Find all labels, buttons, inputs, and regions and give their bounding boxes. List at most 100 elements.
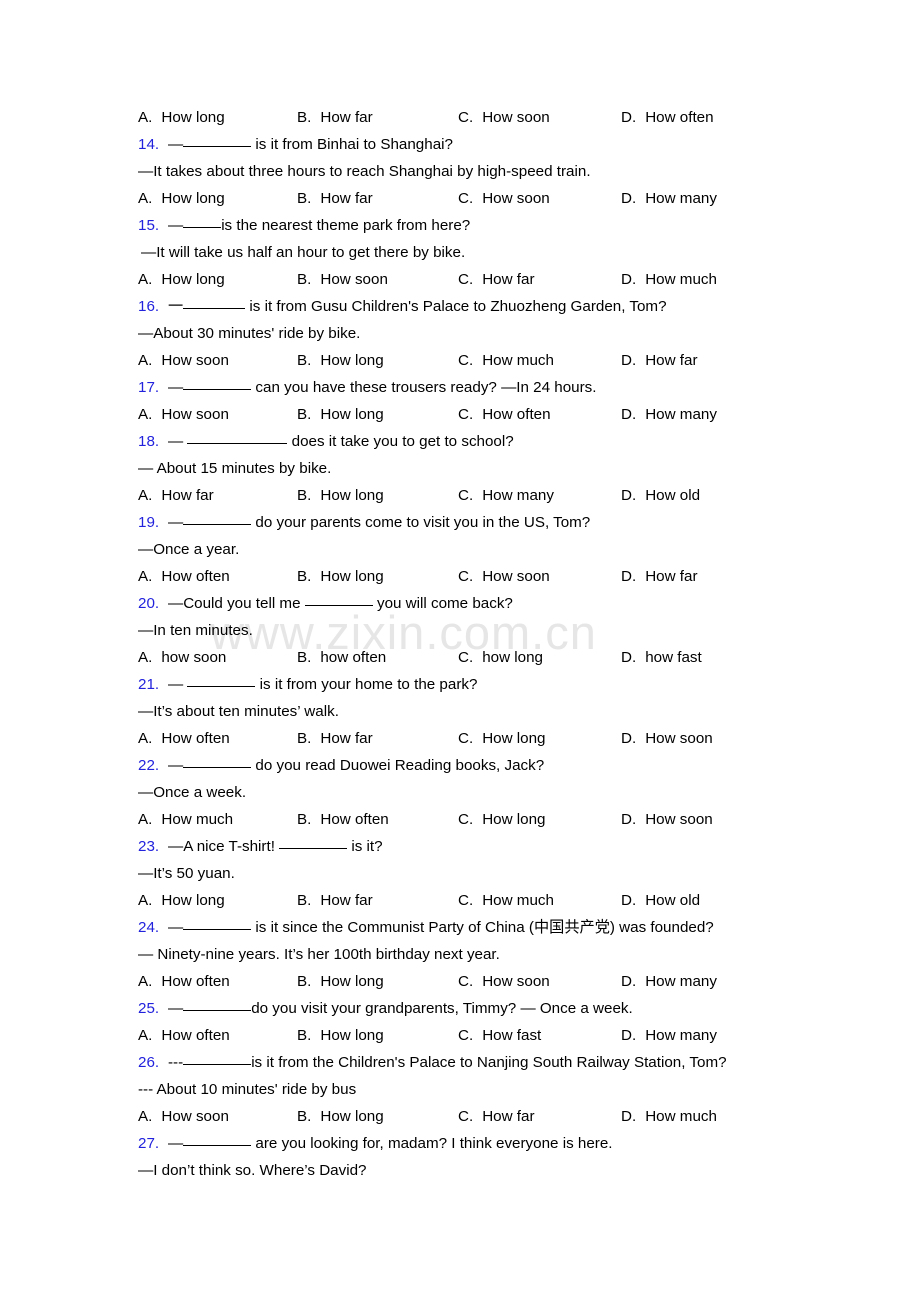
question-text-before-blank: — [168, 757, 184, 774]
answer-blank[interactable] [183, 1051, 252, 1065]
option-text: How often [482, 406, 551, 423]
option-choice-a[interactable]: A. How soon [138, 347, 229, 374]
option-choice-d[interactable]: D. How much [621, 1103, 717, 1130]
option-choice-c[interactable]: C. How far [458, 1103, 535, 1130]
option-choice-c[interactable]: C. How long [458, 725, 546, 752]
option-choice-a[interactable]: A. How often [138, 725, 230, 752]
option-choice-c[interactable]: C. How much [458, 347, 554, 374]
answer-blank[interactable] [304, 592, 373, 606]
option-text: How fast [482, 1027, 542, 1044]
option-choice-b[interactable]: B. How far [297, 887, 373, 914]
question-number: 27. [138, 1135, 160, 1152]
option-choice-a[interactable]: A. How far [138, 482, 214, 509]
option-choice-b[interactable]: B. How long [297, 1103, 384, 1130]
option-choice-c[interactable]: C. How soon [458, 104, 550, 131]
answer-blank[interactable] [183, 997, 252, 1011]
option-choice-c[interactable]: C. How long [458, 806, 546, 833]
option-choice-a[interactable]: A. How often [138, 1022, 230, 1049]
option-choice-c[interactable]: C. How often [458, 401, 551, 428]
option-choice-d[interactable]: D. How many [621, 968, 717, 995]
answer-blank[interactable] [183, 754, 252, 768]
option-choice-d[interactable]: D. How soon [621, 806, 713, 833]
option-choice-d[interactable]: D. How often [621, 104, 714, 131]
option-choice-d[interactable]: D. How far [621, 347, 698, 374]
option-choice-b[interactable]: B. How far [297, 104, 373, 131]
answer-response-line: —It will take us half an hour to get the… [141, 244, 466, 261]
option-choice-d[interactable]: D. How old [621, 887, 700, 914]
question-text-before-blank: — [168, 433, 188, 450]
option-text: How soon [161, 1108, 229, 1125]
answer-blank[interactable] [183, 1132, 252, 1146]
option-choice-c[interactable]: C. How fast [458, 1022, 541, 1049]
option-choice-d[interactable]: D. How many [621, 401, 717, 428]
answer-blank[interactable] [183, 916, 252, 930]
option-choice-c[interactable]: C. How many [458, 482, 554, 509]
option-choice-a[interactable]: A. How long [138, 887, 225, 914]
option-choice-b[interactable]: B. How soon [297, 266, 388, 293]
option-choice-a[interactable]: A. how soon [138, 644, 226, 671]
option-choice-a[interactable]: A. How soon [138, 1103, 229, 1130]
option-choice-b[interactable]: B. How long [297, 1022, 384, 1049]
option-label: C. [458, 406, 474, 423]
option-choice-a[interactable]: A. How long [138, 104, 225, 131]
option-choice-a[interactable]: A. How often [138, 563, 230, 590]
answer-blank[interactable] [187, 430, 288, 444]
question-number: 19. [138, 514, 160, 531]
option-choice-d[interactable]: D. how fast [621, 644, 702, 671]
option-text: How far [645, 568, 698, 585]
option-label: B. [297, 487, 312, 504]
option-choice-c[interactable]: C. how long [458, 644, 543, 671]
option-choice-a[interactable]: A. How long [138, 266, 225, 293]
option-choice-b[interactable]: B. How long [297, 401, 384, 428]
option-choice-b[interactable]: B. How long [297, 563, 384, 590]
answer-blank[interactable] [183, 376, 252, 390]
option-choice-d[interactable]: D. How many [621, 1022, 717, 1049]
option-label: A. [138, 190, 153, 207]
question-text-before-blank: — [168, 1000, 184, 1017]
answer-blank[interactable] [279, 835, 348, 849]
option-choice-c[interactable]: C. How soon [458, 185, 550, 212]
option-label: D. [621, 892, 637, 909]
option-text: How long [482, 811, 546, 828]
option-text: How soon [482, 109, 550, 126]
answer-blank[interactable] [183, 214, 222, 228]
option-choice-c[interactable]: C. How much [458, 887, 554, 914]
option-choice-d[interactable]: D. How old [621, 482, 700, 509]
option-choice-a[interactable]: A. How soon [138, 401, 229, 428]
option-choice-b[interactable]: B. How often [297, 806, 389, 833]
answer-response-line: — Ninety-nine years. It’s her 100th birt… [138, 946, 500, 963]
option-label: A. [138, 730, 153, 747]
option-text: How often [161, 973, 230, 990]
option-text: How often [161, 1027, 230, 1044]
option-choice-b[interactable]: B. how often [297, 644, 386, 671]
option-choice-a[interactable]: A. How long [138, 185, 225, 212]
answer-blank[interactable] [183, 295, 246, 309]
option-choice-b[interactable]: B. How long [297, 482, 384, 509]
answer-blank[interactable] [183, 511, 252, 525]
option-choice-b[interactable]: B. How far [297, 185, 373, 212]
option-choice-c[interactable]: C. How soon [458, 968, 550, 995]
answer-blank[interactable] [183, 133, 252, 147]
answer-response-line: —In ten minutes. [138, 622, 253, 639]
option-choice-a[interactable]: A. How often [138, 968, 230, 995]
option-choice-d[interactable]: D. How much [621, 266, 717, 293]
option-choice-d[interactable]: D. How many [621, 185, 717, 212]
question-stem: 27. — are you looking for, madam? I think… [138, 1130, 898, 1157]
option-row: A. How much B. How often C. How long D. How soo… [138, 806, 898, 833]
option-choice-b[interactable]: B. How long [297, 347, 384, 374]
option-choice-c[interactable]: C. How far [458, 266, 535, 293]
answer-response-line: —It takes about three hours to reach Sha… [138, 163, 591, 180]
answer-blank[interactable] [187, 673, 256, 687]
option-choice-d[interactable]: D. How far [621, 563, 698, 590]
option-choice-c[interactable]: C. How soon [458, 563, 550, 590]
question-stem: 24. — is it since the Communist Party of … [138, 914, 898, 941]
question-stem: 20. —Could you tell me you will come back… [138, 590, 898, 617]
worksheet-body: A. How long B. How far C. How soon D. How often… [138, 104, 898, 1184]
option-choice-b[interactable]: B. How far [297, 725, 373, 752]
option-choice-a[interactable]: A. How much [138, 806, 233, 833]
option-text: How long [161, 892, 225, 909]
option-label: A. [138, 109, 153, 126]
option-choice-b[interactable]: B. How long [297, 968, 384, 995]
option-text: How many [645, 190, 717, 207]
option-choice-d[interactable]: D. How soon [621, 725, 713, 752]
